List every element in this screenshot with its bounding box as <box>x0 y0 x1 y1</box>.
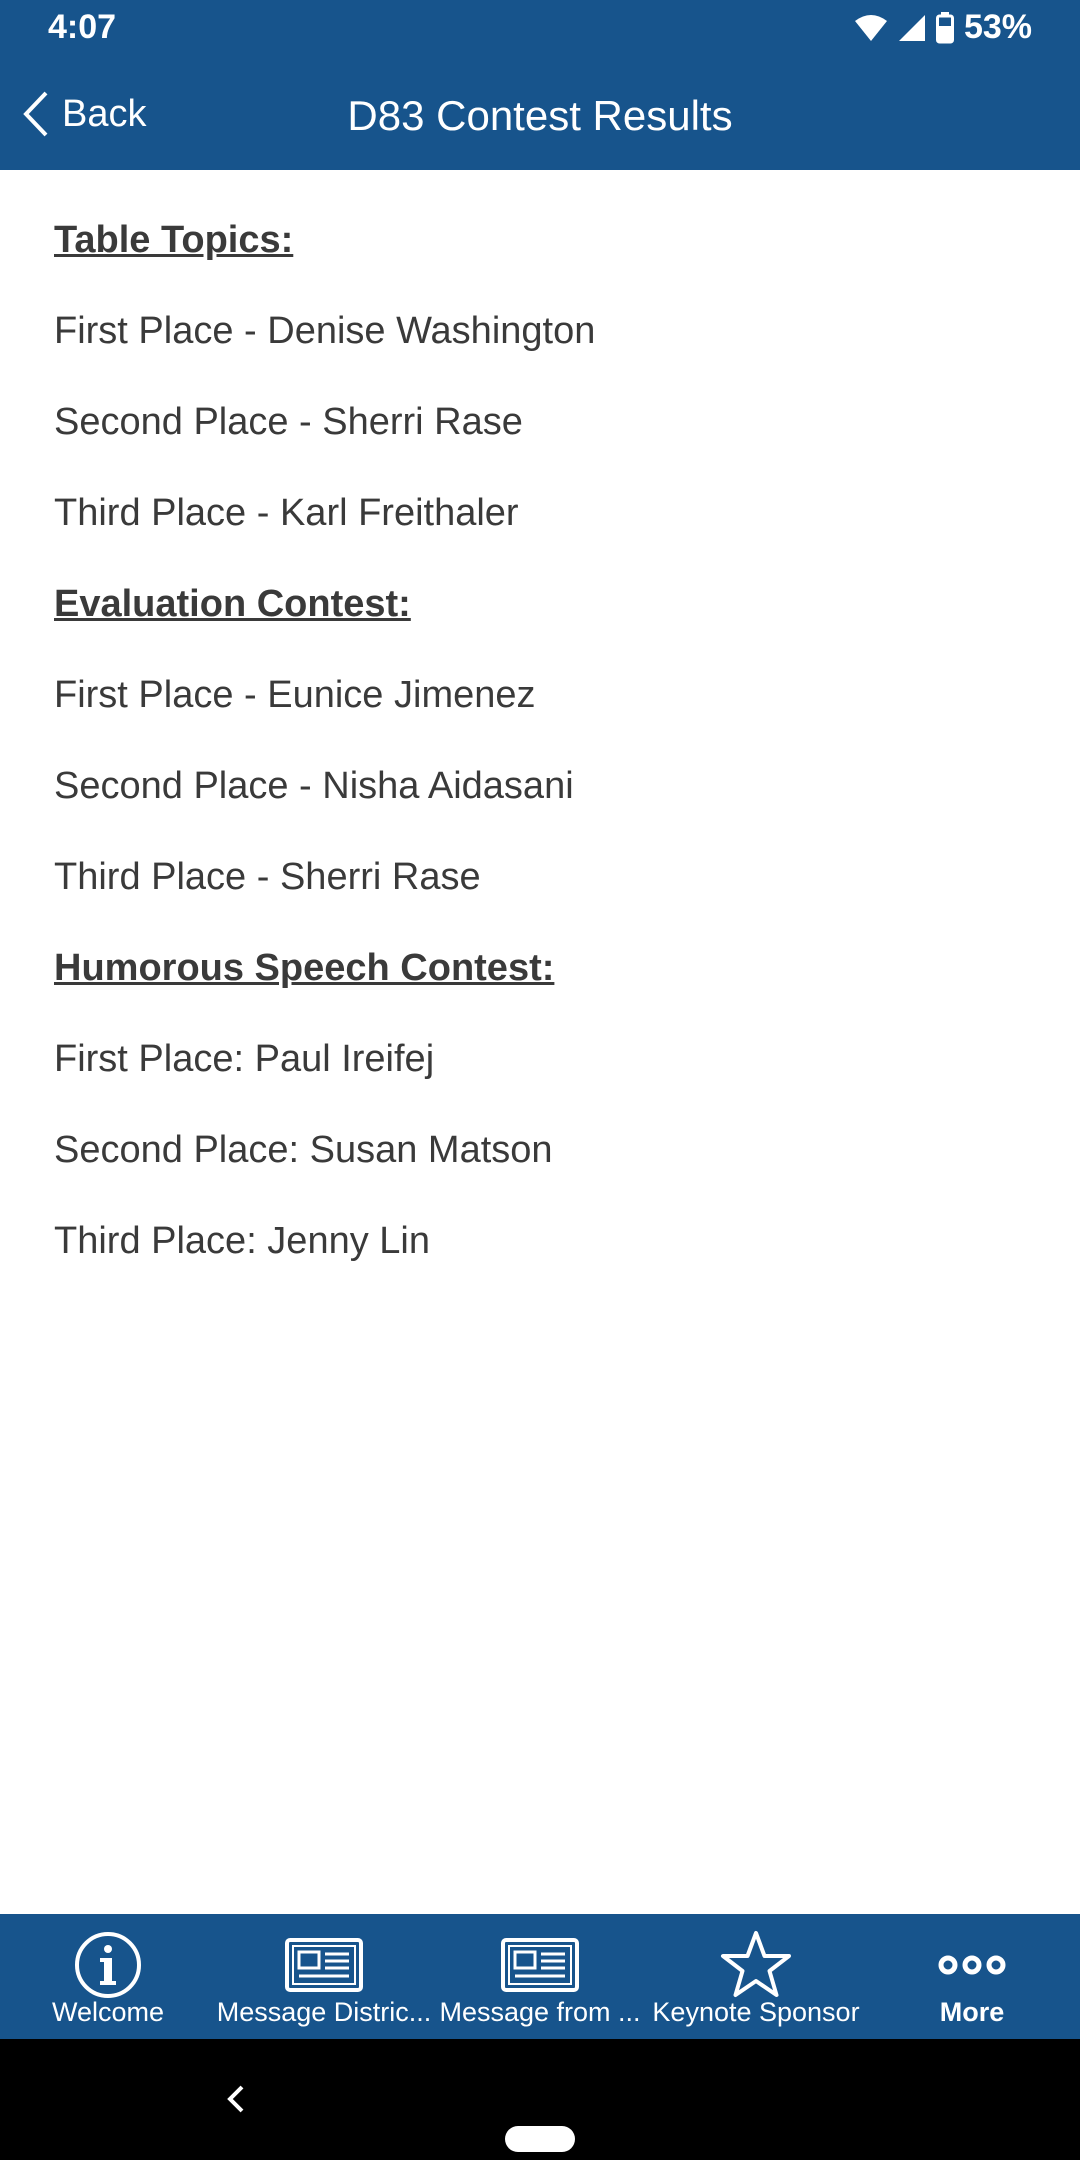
system-home-pill[interactable] <box>505 2126 575 2152</box>
result-line: First Place: Paul Ireifej <box>54 1038 435 1080</box>
result-line: Third Place: Jenny Lin <box>54 1220 430 1262</box>
newspaper-icon <box>501 1938 579 1992</box>
wifi-icon <box>854 14 887 41</box>
info-icon <box>75 1932 141 1998</box>
nav-label: Keynote Sponsor <box>652 1997 860 2027</box>
nav-item-message-from[interactable]: Message from ... <box>432 1914 648 2039</box>
nav-label: Message from ... <box>439 1997 641 2027</box>
more-dots-icon <box>938 1955 1006 1975</box>
section-heading: Evaluation Contest: <box>54 583 411 625</box>
result-line: First Place - Denise Washington <box>54 310 596 352</box>
result-line: Second Place - Nisha Aidasani <box>54 765 574 807</box>
app-bar: Back D83 Contest Results <box>0 58 1080 170</box>
section-heading: Humorous Speech Contest: <box>54 947 555 989</box>
section-evaluation-contest: Evaluation Contest: First Place - Eunice… <box>54 583 1034 898</box>
nav-item-message-district[interactable]: Message Distric... <box>216 1914 432 2039</box>
section-heading: Table Topics: <box>54 219 294 261</box>
section-table-topics: Table Topics: First Place - Denise Washi… <box>54 219 1034 534</box>
nav-label: Welcome <box>51 1997 165 2027</box>
result-line: Second Place - Sherri Rase <box>54 401 523 443</box>
battery-percent: 53% <box>963 8 1032 46</box>
newspaper-icon <box>285 1938 363 1992</box>
system-back-icon[interactable] <box>222 2079 252 2119</box>
battery-icon <box>935 11 954 43</box>
result-line: Second Place: Susan Matson <box>54 1129 553 1171</box>
nav-label: Message Distric... <box>216 1997 432 2027</box>
section-humorous-speech-contest: Humorous Speech Contest: First Place: Pa… <box>54 947 1034 1262</box>
nav-item-more[interactable]: More <box>864 1914 1080 2039</box>
nav-item-welcome[interactable]: Welcome <box>0 1914 216 2039</box>
page-title: D83 Contest Results <box>347 92 733 139</box>
nav-label: More <box>939 1997 1005 2027</box>
result-line: Third Place - Karl Freithaler <box>54 492 519 534</box>
result-line: First Place - Eunice Jimenez <box>54 674 536 716</box>
bottom-nav: Welcome Message Distric... Message from … <box>0 1914 1080 2039</box>
nav-item-keynote-sponsor[interactable]: Keynote Sponsor <box>648 1914 864 2039</box>
system-navigation-bar <box>0 2039 1080 2160</box>
result-line: Third Place - Sherri Rase <box>54 856 481 898</box>
status-bar: 4:07 53% <box>0 0 1080 58</box>
signal-icon <box>898 14 925 41</box>
contest-results-content: Table Topics: First Place - Denise Washi… <box>54 170 1034 1262</box>
star-icon <box>721 1931 791 1997</box>
status-time: 4:07 <box>48 8 117 46</box>
status-icons: 53% <box>854 8 1032 47</box>
